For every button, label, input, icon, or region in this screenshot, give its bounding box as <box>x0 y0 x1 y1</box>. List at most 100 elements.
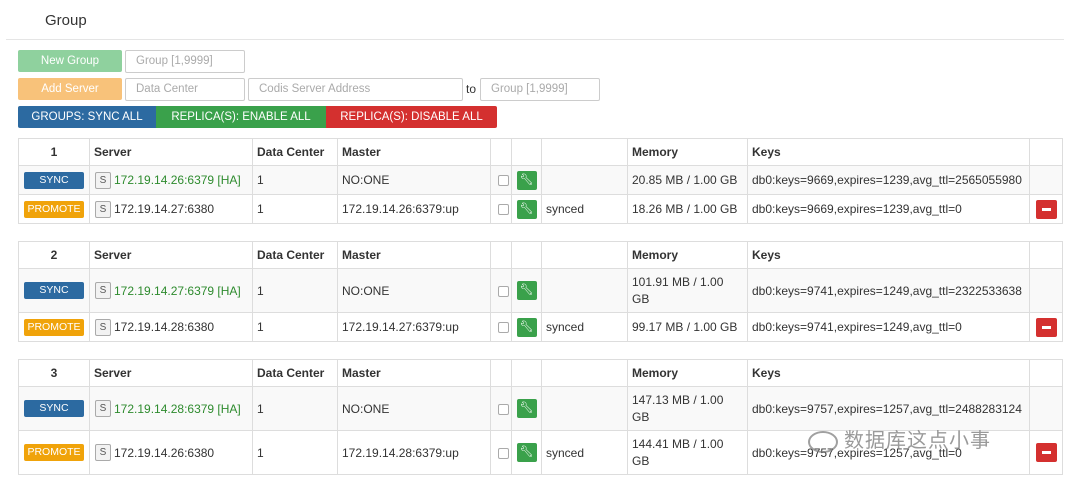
data-center-input[interactable]: Data Center <box>125 78 245 101</box>
column-header-data-center: Data Center <box>252 241 338 269</box>
group-table: 3 Server Data Center Master Memory Keys … <box>18 359 1063 475</box>
to-label: to <box>466 82 477 96</box>
slot-icon[interactable]: S <box>95 318 111 336</box>
column-header-server: Server <box>89 138 253 166</box>
master-value: NO:ONE <box>337 165 491 195</box>
data-center-value: 1 <box>252 194 338 224</box>
group-id: 1 <box>18 138 90 166</box>
slot-icon[interactable]: S <box>95 400 111 417</box>
promote-button[interactable]: PROMOTE <box>24 200 84 218</box>
column-header-blank <box>1029 138 1063 166</box>
wrench-icon[interactable]: 🔧︎ <box>516 281 537 300</box>
column-header-data-center: Data Center <box>252 138 338 166</box>
column-header-memory: Memory <box>627 138 748 166</box>
column-header-keys: Keys <box>747 359 1030 387</box>
slot-icon[interactable]: S <box>95 200 111 218</box>
sync-button[interactable]: SYNC <box>24 282 84 299</box>
sync-button[interactable]: SYNC <box>24 400 84 417</box>
replicas-disable-all-button[interactable]: REPLICA(S): DISABLE ALL <box>326 106 497 128</box>
column-header-blank <box>490 241 512 269</box>
slot-icon[interactable]: S <box>95 282 111 299</box>
replica-checkbox[interactable] <box>498 447 509 459</box>
action-cell <box>1029 165 1063 195</box>
memory-value: 18.26 MB / 1.00 GB <box>627 194 748 224</box>
group-id: 3 <box>18 359 90 387</box>
table-row: SYNC S 172.19.14.26:6379 [HA] 1 NO:ONE 🔧︎… <box>18 165 1063 195</box>
column-header-blank <box>511 241 542 269</box>
sync-status: synced <box>541 312 628 342</box>
column-header-blank <box>1029 359 1063 387</box>
keys-value: db0:keys=9669,expires=1239,avg_ttl=25650… <box>747 165 1030 195</box>
sync-button[interactable]: SYNC <box>24 171 84 189</box>
page-title: Group <box>45 12 87 29</box>
remove-server-icon[interactable] <box>1035 443 1057 462</box>
memory-value: 147.13 MB / 1.00 GB <box>627 386 748 431</box>
group-id: 2 <box>18 241 90 269</box>
slot-icon[interactable]: S <box>95 171 111 189</box>
sync-status <box>541 386 628 431</box>
sync-status <box>541 165 628 195</box>
table-row: PROMOTE S 172.19.14.28:6380 1 172.19.14.2… <box>18 312 1063 342</box>
groups-sync-all-button[interactable]: GROUPS: SYNC ALL <box>18 106 156 128</box>
column-header-keys: Keys <box>747 241 1030 269</box>
codis-server-address-input[interactable]: Codis Server Address <box>248 78 463 101</box>
data-center-value: 1 <box>252 430 338 475</box>
server-address: 172.19.14.27:6380 <box>114 202 215 216</box>
replica-checkbox[interactable] <box>498 403 509 415</box>
column-header-master: Master <box>337 138 491 166</box>
wrench-icon[interactable]: 🔧︎ <box>516 399 537 418</box>
column-header-blank <box>511 359 542 387</box>
column-header-blank <box>1029 241 1063 269</box>
promote-button[interactable]: PROMOTE <box>24 318 84 336</box>
column-header-master: Master <box>337 241 491 269</box>
keys-value: db0:keys=9741,expires=1249,avg_ttl=0 <box>747 312 1030 342</box>
memory-value: 99.17 MB / 1.00 GB <box>627 312 748 342</box>
watermark-text: 数据库这点小事 <box>844 428 991 452</box>
sync-status <box>541 268 628 313</box>
column-header-blank <box>541 138 628 166</box>
data-center-value: 1 <box>252 165 338 195</box>
replica-checkbox[interactable] <box>498 175 509 187</box>
column-header-memory: Memory <box>627 241 748 269</box>
column-header-blank <box>511 138 542 166</box>
server-address: 172.19.14.28:6379 [HA] <box>114 401 241 416</box>
title-bar: Group <box>6 0 1064 40</box>
column-header-blank <box>490 359 512 387</box>
column-header-keys: Keys <box>747 138 1030 166</box>
wrench-icon[interactable]: 🔧︎ <box>516 170 537 190</box>
server-address: 172.19.14.27:6379 [HA] <box>114 283 241 298</box>
data-center-value: 1 <box>252 386 338 431</box>
data-center-value: 1 <box>252 268 338 313</box>
group-id-input[interactable]: Group [1,9999] <box>125 50 245 73</box>
sync-status: synced <box>541 194 628 224</box>
promote-button[interactable]: PROMOTE <box>24 444 84 461</box>
remove-server-icon[interactable] <box>1035 199 1057 219</box>
replica-checkbox[interactable] <box>498 322 509 334</box>
add-server-button[interactable]: Add Server <box>18 78 122 100</box>
keys-value: db0:keys=9669,expires=1239,avg_ttl=0 <box>747 194 1030 224</box>
table-row: SYNC S 172.19.14.27:6379 [HA] 1 NO:ONE 🔧︎… <box>18 268 1063 313</box>
wrench-icon[interactable]: 🔧︎ <box>516 199 537 219</box>
memory-value: 101.91 MB / 1.00 GB <box>627 268 748 313</box>
data-center-value: 1 <box>252 312 338 342</box>
new-group-button[interactable]: New Group <box>18 50 122 72</box>
table-row: PROMOTE S 172.19.14.27:6380 1 172.19.14.2… <box>18 194 1063 224</box>
master-value: 172.19.14.28:6379:up <box>337 430 491 475</box>
group-table: 2 Server Data Center Master Memory Keys … <box>18 241 1063 342</box>
server-address: 172.19.14.28:6380 <box>114 320 215 334</box>
replicas-enable-all-button[interactable]: REPLICA(S): ENABLE ALL <box>156 106 326 128</box>
replica-checkbox[interactable] <box>498 204 509 216</box>
target-group-input[interactable]: Group [1,9999] <box>480 78 600 101</box>
column-header-blank <box>541 359 628 387</box>
server-address: 172.19.14.26:6379 [HA] <box>114 173 241 187</box>
column-header-memory: Memory <box>627 359 748 387</box>
replica-checkbox[interactable] <box>498 285 509 297</box>
server-address: 172.19.14.26:6380 <box>114 445 215 460</box>
column-header-server: Server <box>89 359 253 387</box>
action-cell <box>1029 268 1063 313</box>
wrench-icon[interactable]: 🔧︎ <box>516 443 537 462</box>
column-header-blank <box>541 241 628 269</box>
slot-icon[interactable]: S <box>95 444 111 461</box>
remove-server-icon[interactable] <box>1035 317 1057 337</box>
wrench-icon[interactable]: 🔧︎ <box>516 317 537 337</box>
